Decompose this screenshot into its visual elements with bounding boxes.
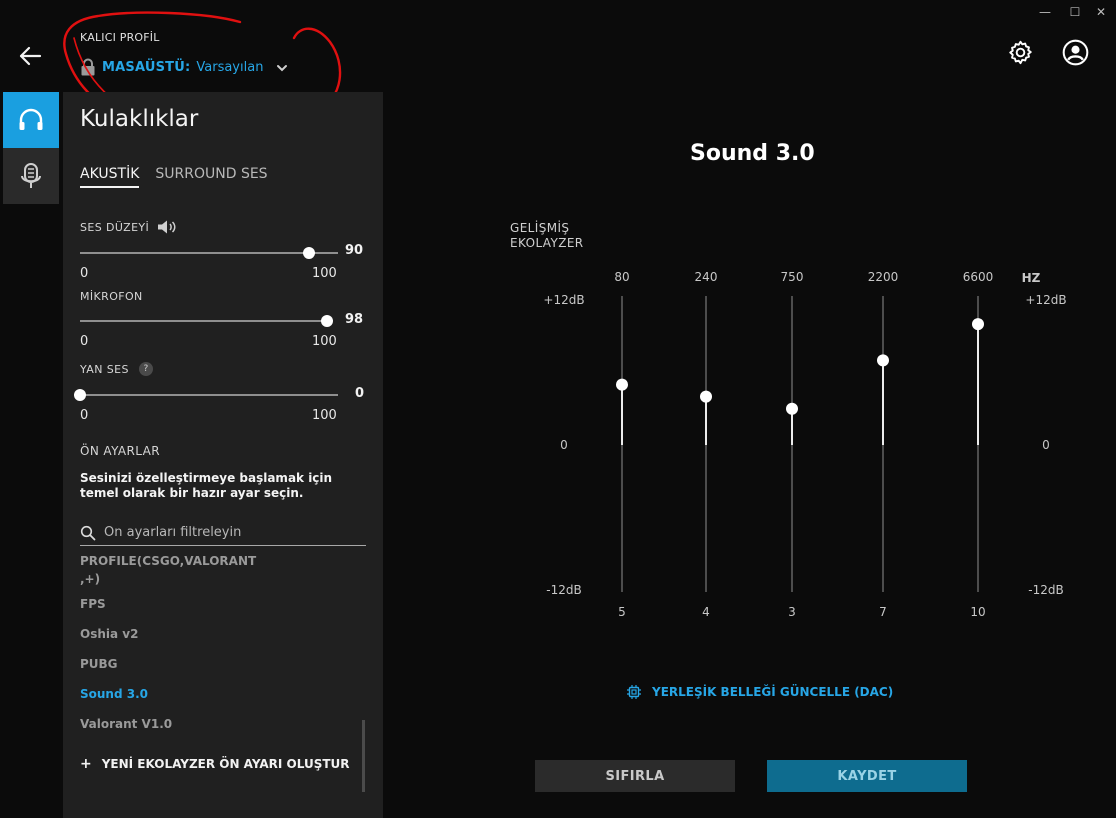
speaker-icon [158,220,176,234]
eq-band-gain: 7 [879,605,887,619]
eq-band-frequency: 240 [695,270,718,284]
headphones-icon [19,108,43,130]
sidetone-slider-track[interactable] [80,394,338,396]
volume-min: 0 [80,266,89,281]
sidetone-slider-handle[interactable] [74,389,86,401]
help-icon[interactable]: ? [138,362,153,376]
eq-band-gain: 10 [970,605,985,619]
preset-item[interactable]: FPS [80,597,106,611]
search-icon [80,525,96,540]
mic-value: 98 [345,312,364,327]
sidetone-min: 0 [80,408,89,423]
mic-max: 100 [312,334,337,349]
eq-band-gain: 5 [618,605,626,619]
preset-search-input[interactable] [104,525,354,540]
microphone-icon [21,163,41,188]
eq-right-axis-bottom: -12dB [1028,583,1063,597]
eq-band-frequency: 6600 [963,270,994,284]
preset-item[interactable]: Oshia v2 [80,627,138,641]
eq-caption-line1: GELİŞMİŞ [510,221,570,235]
eq-right-axis-top: +12dB [1025,293,1066,307]
plus-icon: + [80,756,92,772]
preset-item[interactable]: ,+) [80,572,100,586]
volume-value: 90 [345,243,364,258]
preset-item[interactable]: Valorant V1.0 [80,717,172,731]
lock-icon [81,58,95,76]
eq-band-handle[interactable] [972,318,984,331]
profile-value: Varsayılan [196,59,264,75]
close-button[interactable]: ✕ [1093,4,1109,20]
eq-right-axis-mid: 0 [1042,438,1050,452]
nav-headphones[interactable] [3,92,59,148]
mic-label: MİKROFON [80,290,143,303]
nav-microphone[interactable] [3,148,59,204]
sidetone-max: 100 [312,408,337,423]
eq-band-handle[interactable] [877,354,889,367]
panel-tabs: AKUSTİK SURROUND SES [80,166,268,188]
profile-selector[interactable]: MASAÜSTÜ: Varsayılan [80,57,289,77]
volume-slider-handle[interactable] [302,247,315,259]
eq-title: Sound 3.0 [690,141,815,166]
preset-item[interactable]: PROFİLE(CSGO,VALORANT [80,556,256,568]
tab-surround[interactable]: SURROUND SES [155,166,267,188]
eq-band-frequency: 80 [614,270,629,284]
minimize-button[interactable]: — [1037,4,1053,20]
headphones-panel: Kulaklıklar AKUSTİK SURROUND SES SES DÜZ… [63,92,383,818]
eq-band-frequency: 750 [781,270,804,284]
mic-slider-handle[interactable] [320,315,333,327]
presets-heading: ÖN AYARLAR [80,444,160,458]
volume-slider-track[interactable] [80,252,338,254]
eq-caption-line2: EKOLAYZER [510,236,584,250]
new-eq-preset-button[interactable]: + YENİ EKOLAYZER ÖN AYARI OLUŞTUR [80,756,350,772]
preset-item[interactable]: PUBG [80,657,118,671]
eq-band-frequency: 2200 [868,270,899,284]
profile-name: MASAÜSTÜ: [102,59,191,75]
eq-band-gain: 4 [702,605,710,619]
preset-item-active[interactable]: Sound 3.0 [80,687,148,701]
maximize-button[interactable]: ☐ [1067,4,1083,20]
presets-description: Sesinizi özelleştirmeye başlamak için te… [80,471,333,500]
eq-band-handle[interactable] [786,402,798,415]
preset-list: PROFİLE(CSGO,VALORANT ,+) FPS Oshia v2 P… [63,556,363,756]
chip-icon [627,685,641,699]
eq-left-axis-mid: 0 [560,438,568,452]
user-icon [1062,39,1089,66]
preset-search [80,520,366,546]
volume-label: SES DÜZEYİ [80,220,150,234]
sidetone-label-row: YAN SES ? [80,362,153,376]
arrow-left-icon [19,46,42,66]
save-button[interactable]: KAYDET [767,760,967,792]
new-eq-preset-label: YENİ EKOLAYZER ÖN AYARI OLUŞTUR [101,757,350,771]
eq-band-handle[interactable] [700,390,712,403]
eq-band-gain: 3 [788,605,796,619]
eq-band-handle[interactable] [616,378,628,391]
eq-hz-label: HZ [1022,271,1041,285]
volume-label-row: SES DÜZEYİ [80,219,177,235]
device-nav [3,92,59,204]
equalizer: +12dB 0 -12dB +12dB 0 -12dB HZ 80 5 240 4 750 3 2200 7… [543,270,1066,619]
sidetone-value: 0 [355,386,365,401]
volume-max: 100 [312,266,337,281]
tab-acoustic[interactable]: AKUSTİK [80,166,140,188]
eq-caption: GELİŞMİŞ EKOLAYZER [510,221,584,251]
preset-scrollbar[interactable] [362,720,365,792]
eq-left-axis-bottom: -12dB [546,583,581,597]
update-dac-button[interactable]: YERLEŞİK BELLEĞİ GÜNCELLE (DAC) [626,684,893,700]
account-button[interactable] [1062,39,1089,66]
chevron-down-icon [277,65,288,72]
reset-button[interactable]: SIFIRLA [535,760,735,792]
profile-kicker: KALICI PROFİL [80,31,160,44]
eq-left-axis-top: +12dB [543,293,584,307]
sidetone-label: YAN SES [80,362,129,376]
panel-title: Kulaklıklar [80,106,199,132]
back-button[interactable] [18,44,42,68]
settings-button[interactable] [1007,39,1034,66]
update-dac-label: YERLEŞİK BELLEĞİ GÜNCELLE (DAC) [652,685,894,699]
mic-min: 0 [80,334,89,349]
gear-icon [1009,40,1032,65]
mic-slider-track[interactable] [80,320,332,322]
